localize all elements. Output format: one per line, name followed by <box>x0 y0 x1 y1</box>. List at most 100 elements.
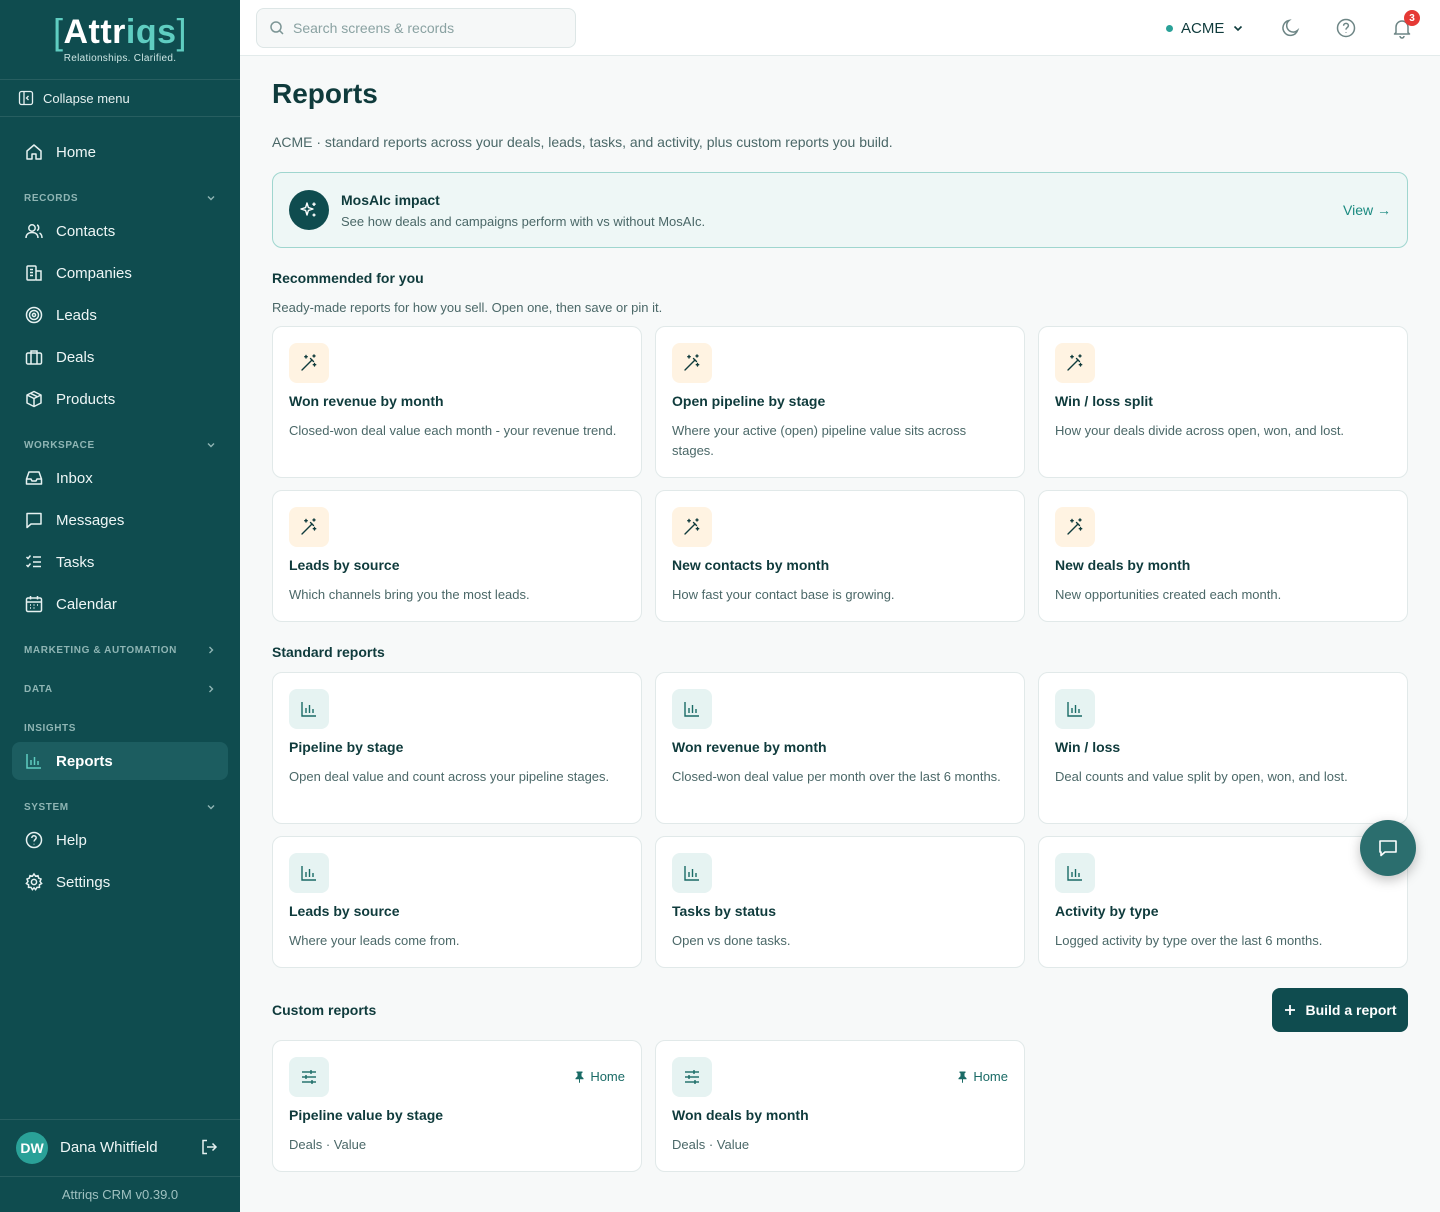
package-icon <box>26 390 42 408</box>
bar-chart-icon <box>672 853 712 893</box>
sidebar-item-companies[interactable]: Companies <box>12 254 228 292</box>
app-version: Attriqs CRM v0.39.0 <box>0 1176 240 1212</box>
sidebar-item-calendar[interactable]: Calendar <box>12 585 228 623</box>
logo-bracket-left: [ <box>52 11 64 52</box>
card-title: Won deals by month <box>672 1107 809 1123</box>
brand-tagline: Relationships. Clarified. <box>63 53 177 64</box>
section-label: DATA <box>24 683 53 695</box>
pin-home-toggle[interactable]: Home <box>574 1069 625 1084</box>
bar-chart-icon <box>1055 689 1095 729</box>
chevron-down-icon <box>207 196 215 201</box>
sidebar-item-label: Deals <box>56 348 95 366</box>
card-title: New contacts by month <box>672 557 830 573</box>
section-subtitle-recommended: Ready-made reports for how you sell. Ope… <box>272 300 663 315</box>
report-card[interactable]: Won revenue by month Closed-won deal val… <box>272 326 642 478</box>
magic-wand-icon <box>289 343 329 383</box>
chat-button[interactable] <box>1360 820 1416 876</box>
sidebar-item-settings[interactable]: Settings <box>12 863 228 901</box>
custom-report-card[interactable]: Home Won deals by month Deals · Value <box>655 1040 1025 1172</box>
report-card[interactable]: Leads by source Which channels bring you… <box>272 490 642 622</box>
report-card[interactable]: Win / loss Deal counts and value split b… <box>1038 672 1408 824</box>
banner-view-link[interactable]: View → <box>1343 202 1391 218</box>
card-title: Pipeline value by stage <box>289 1107 444 1123</box>
pin-home-toggle[interactable]: Home <box>957 1069 1008 1084</box>
sidebar-item-help[interactable]: Help <box>12 821 228 859</box>
brand: [Attr iqs] Relationships. Clarified. <box>0 0 240 80</box>
bar-chart-icon <box>26 754 41 769</box>
sidebar-item-label: Calendar <box>56 595 117 613</box>
section-label: INSIGHTS <box>24 722 77 734</box>
section-label: WORKSPACE <box>24 439 95 451</box>
card-description: Closed-won deal value per month over the… <box>672 769 1001 784</box>
report-card[interactable]: Open pipeline by stage Where your active… <box>655 326 1025 478</box>
mosaic-impact-banner[interactable]: MosAIc impact See how deals and campaign… <box>272 172 1408 248</box>
section-data[interactable]: DATA <box>24 679 216 699</box>
sidebar-item-reports[interactable]: Reports <box>12 742 228 780</box>
pin-label: Home <box>973 1069 1008 1084</box>
search-box[interactable] <box>256 8 576 48</box>
card-title: Tasks by status <box>672 903 777 919</box>
card-title: Open pipeline by stage <box>672 393 826 409</box>
page-subtitle: ACME · standard reports across your deal… <box>272 134 893 150</box>
sidebar-item-leads[interactable]: Leads <box>12 296 228 334</box>
user-name: Dana Whitfield <box>60 1139 158 1156</box>
calendar-icon <box>25 596 43 613</box>
collapse-menu-button[interactable]: Collapse menu <box>0 80 240 117</box>
gear-icon <box>25 872 43 891</box>
sidebar: [Attr iqs] Relationships. Clarified. Coll… <box>0 0 240 1212</box>
sidebar-item-label: Reports <box>56 752 113 770</box>
card-title: Win / loss <box>1055 739 1121 755</box>
bar-chart-icon <box>672 689 712 729</box>
help-icon[interactable] <box>1335 17 1357 39</box>
sidebar-item-label: Settings <box>56 873 111 891</box>
sidebar-item-inbox[interactable]: Inbox <box>12 459 228 497</box>
sidebar-item-label: Tasks <box>56 553 95 571</box>
report-card[interactable]: Win / loss split How your deals divide a… <box>1038 326 1408 478</box>
brand-logo[interactable]: [Attr iqs] <box>52 11 187 52</box>
report-card[interactable]: Leads by source Where your leads come fr… <box>272 836 642 968</box>
sidebar-item-products[interactable]: Products <box>12 380 228 418</box>
collapse-menu-label: Collapse menu <box>43 90 130 106</box>
sidebar-item-tasks[interactable]: Tasks <box>12 543 228 581</box>
report-card[interactable]: Pipeline by stage Open deal value and co… <box>272 672 642 824</box>
build-report-button[interactable]: Build a report <box>1272 988 1408 1032</box>
sidebar-item-messages[interactable]: Messages <box>12 501 228 539</box>
message-icon <box>26 512 42 529</box>
workspace-switcher[interactable]: ACME <box>1166 17 1244 39</box>
section-title-standard: Standard reports <box>272 644 385 660</box>
sidebar-item-home[interactable]: Home <box>12 133 228 171</box>
report-card[interactable]: New deals by month New opportunities cre… <box>1038 490 1408 622</box>
sidebar-item-label: Help <box>56 831 87 849</box>
pin-icon <box>575 1071 584 1083</box>
pin-icon <box>958 1071 967 1083</box>
moon-icon[interactable] <box>1280 17 1302 39</box>
card-description: How your deals divide across open, won, … <box>1055 423 1345 438</box>
section-label: RECORDS <box>24 192 79 204</box>
report-card[interactable]: Tasks by status Open vs done tasks. <box>655 836 1025 968</box>
section-system[interactable]: SYSTEM <box>24 797 216 817</box>
briefcase-icon <box>25 350 43 365</box>
section-workspace[interactable]: WORKSPACE <box>24 435 216 455</box>
section-marketing[interactable]: MARKETING & AUTOMATION <box>24 640 216 660</box>
chat-icon <box>1379 840 1397 857</box>
magic-wand-icon <box>1055 343 1095 383</box>
status-dot <box>1166 24 1173 32</box>
card-title: Leads by source <box>289 557 400 573</box>
logout-icon[interactable] <box>200 1138 218 1156</box>
card-description: Open deal value and count across your pi… <box>289 769 610 784</box>
user-profile[interactable]: DW Dana Whitfield <box>0 1119 240 1175</box>
logo-text: Attr <box>63 13 126 51</box>
section-records[interactable]: RECORDS <box>24 188 216 208</box>
banner-description: See how deals and campaigns perform with… <box>341 214 706 229</box>
sidebar-item-deals[interactable]: Deals <box>12 338 228 376</box>
sidebar-panel-icon <box>18 90 34 106</box>
sliders-icon <box>672 1057 712 1097</box>
sidebar-item-contacts[interactable]: Contacts <box>12 212 228 250</box>
report-card[interactable]: New contacts by month How fast your cont… <box>655 490 1025 622</box>
custom-report-card[interactable]: Home Pipeline value by stage Deals · Val… <box>272 1040 642 1172</box>
card-description: Deal counts and value split by open, won… <box>1055 769 1348 784</box>
report-card[interactable]: Won revenue by month Closed-won deal val… <box>655 672 1025 824</box>
report-card[interactable]: Activity by type Logged activity by type… <box>1038 836 1408 968</box>
bar-chart-icon <box>1055 853 1095 893</box>
search-input[interactable] <box>293 20 563 36</box>
